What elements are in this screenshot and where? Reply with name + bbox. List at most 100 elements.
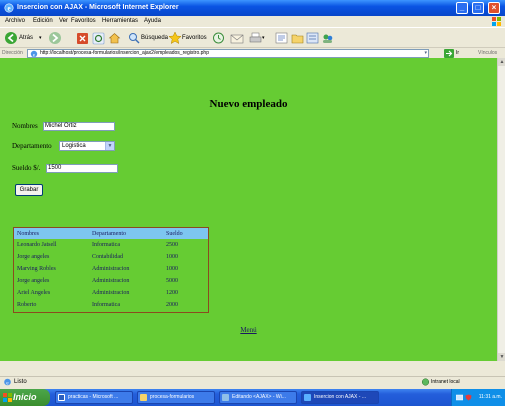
table-cell: Jorge angeles (17, 254, 50, 260)
table-row: Roberto Informatica 2000 (14, 299, 208, 311)
address-input[interactable]: e http://localhost/procesa-formularios/i… (27, 49, 429, 58)
status-bar: e Listo Intranet local (0, 376, 505, 387)
vertical-scrollbar[interactable]: ▲ ▼ (497, 58, 505, 361)
table-header: Sueldo (163, 228, 208, 239)
minimize-button[interactable]: _ (456, 2, 468, 14)
back-arrow-icon (5, 32, 17, 44)
maximize-button[interactable]: □ (472, 2, 484, 14)
system-tray: 11:31 a.m. (451, 389, 505, 406)
security-zone: Intranet local (431, 379, 460, 385)
table-cell: 1200 (166, 290, 178, 296)
internet-explorer-icon (304, 394, 311, 401)
menu-archivo[interactable]: Archivo (5, 18, 25, 25)
print-dropdown-icon[interactable]: ▾ (262, 31, 268, 45)
svg-text:e: e (7, 5, 10, 13)
table-cell: Contabilidad (92, 254, 123, 260)
menu-ayuda[interactable]: Ayuda (144, 18, 161, 25)
status-text: Listo (14, 379, 27, 385)
folder-icon[interactable] (291, 31, 304, 45)
favorites-button[interactable]: Favoritos (168, 31, 210, 45)
table-header: Departamento (89, 228, 163, 239)
address-url: http://localhost/procesa-formularios/ins… (40, 50, 209, 56)
edit-icon[interactable] (275, 31, 288, 45)
table-cell: Leonardo Jatsell (17, 242, 57, 248)
back-button[interactable]: Atrás (4, 31, 38, 45)
research-icon[interactable] (306, 31, 319, 45)
network-icon[interactable] (456, 394, 463, 401)
table-cell: Ariel Angeles (17, 290, 51, 296)
scroll-up-icon[interactable]: ▲ (498, 58, 505, 66)
task-insercion-ajax[interactable]: Insercion con AJAX - ... (301, 391, 379, 404)
go-arrow-icon[interactable] (444, 49, 454, 58)
editor-icon (222, 394, 229, 401)
table-cell: Informatica (92, 302, 120, 308)
table-row: Leonardo Jatsell Informatica 2500 (14, 239, 208, 251)
table-row: Ariel Angeles Administracion 1200 (14, 287, 208, 299)
table-cell: Marving Robles (17, 266, 56, 272)
task-label: Insercion con AJAX - ... (314, 394, 366, 400)
departamento-select[interactable]: Logistica ▼ (59, 141, 115, 151)
page-content: Nuevo empleado Nombres Michel Ortiz Depa… (0, 58, 497, 361)
nombres-label: Nombres (12, 122, 38, 130)
intranet-zone-icon (421, 378, 430, 386)
browser-toolbar: Atrás ▾ Búsqueda Favoritos ▾ (0, 27, 505, 47)
security-shield-icon[interactable] (465, 394, 472, 401)
menu-ver[interactable]: Ver (59, 18, 68, 25)
scroll-down-icon[interactable]: ▼ (498, 353, 505, 361)
task-practicas[interactable]: practicas - Microsoft ... (55, 391, 133, 404)
links-label[interactable]: Vínculos (478, 50, 497, 57)
close-button[interactable]: × (488, 2, 500, 14)
table-cell: 1000 (166, 254, 178, 260)
history-icon[interactable] (212, 31, 225, 45)
sueldo-label: Sueldo $/. (12, 164, 41, 172)
task-label: procesa-formularios (150, 394, 195, 400)
nombres-input[interactable]: Michel Ortiz (43, 122, 115, 131)
table-cell: 2000 (166, 302, 178, 308)
search-icon (129, 33, 140, 44)
search-button[interactable]: Búsqueda (128, 31, 168, 45)
menu-edicion[interactable]: Edición (33, 18, 53, 25)
home-icon[interactable] (108, 31, 121, 45)
table-cell: Jorge angeles (17, 278, 50, 284)
grabar-button[interactable]: Grabar (15, 184, 43, 196)
start-button[interactable]: Inicio (0, 389, 50, 406)
back-dropdown-icon[interactable]: ▾ (39, 31, 45, 45)
windows-logo-icon (492, 17, 501, 26)
windows-flag-icon (3, 393, 12, 402)
table-cell: 1000 (166, 266, 178, 272)
table-cell: 5000 (166, 278, 178, 284)
forward-arrow-icon[interactable] (48, 31, 62, 45)
address-dropdown-icon[interactable]: ▾ (424, 50, 427, 57)
print-icon[interactable] (249, 31, 262, 45)
address-bar: Dirección e http://localhost/procesa-for… (0, 47, 505, 58)
table-cell: 2500 (166, 242, 178, 248)
table-cell: Roberto (17, 302, 37, 308)
stop-icon[interactable] (76, 31, 89, 45)
table-row: Jorge angeles Administracion 5000 (14, 275, 208, 287)
table-row: Marving Robles Administracion 1000 (14, 263, 208, 275)
mail-icon[interactable] (230, 31, 244, 45)
table-cell: Administracion (92, 266, 130, 272)
menu-link[interactable]: Menú (0, 326, 497, 334)
go-button[interactable]: Ir (456, 50, 459, 57)
table-cell: Administracion (92, 290, 130, 296)
menu-favoritos[interactable]: Favoritos (71, 18, 96, 25)
sueldo-input[interactable]: 1500 (46, 164, 118, 173)
task-procesa-formularios[interactable]: procesa-formularios (137, 391, 215, 404)
table-header: Nombres (14, 228, 89, 239)
table-cell: Informatica (92, 242, 120, 248)
messenger-icon[interactable] (321, 31, 334, 45)
menu-bar: Archivo Edición Ver Favoritos Herramient… (0, 16, 505, 27)
start-label: Inicio (13, 392, 37, 402)
menu-link-text[interactable]: Menú (240, 326, 256, 334)
task-editando[interactable]: Editando <AJAX> - Wi... (219, 391, 297, 404)
internet-explorer-icon: e (4, 3, 14, 13)
task-label: practicas - Microsoft ... (68, 394, 119, 400)
task-label: Editando <AJAX> - Wi... (232, 394, 286, 400)
table-row: Jorge angeles Contabilidad 1000 (14, 251, 208, 263)
employees-table: Nombres Departamento Sueldo Leonardo Jat… (13, 227, 209, 313)
menu-herramientas[interactable]: Herramientas (102, 18, 138, 25)
refresh-icon[interactable] (92, 31, 105, 45)
departamento-label: Departamento (12, 142, 52, 150)
star-icon (168, 31, 182, 45)
